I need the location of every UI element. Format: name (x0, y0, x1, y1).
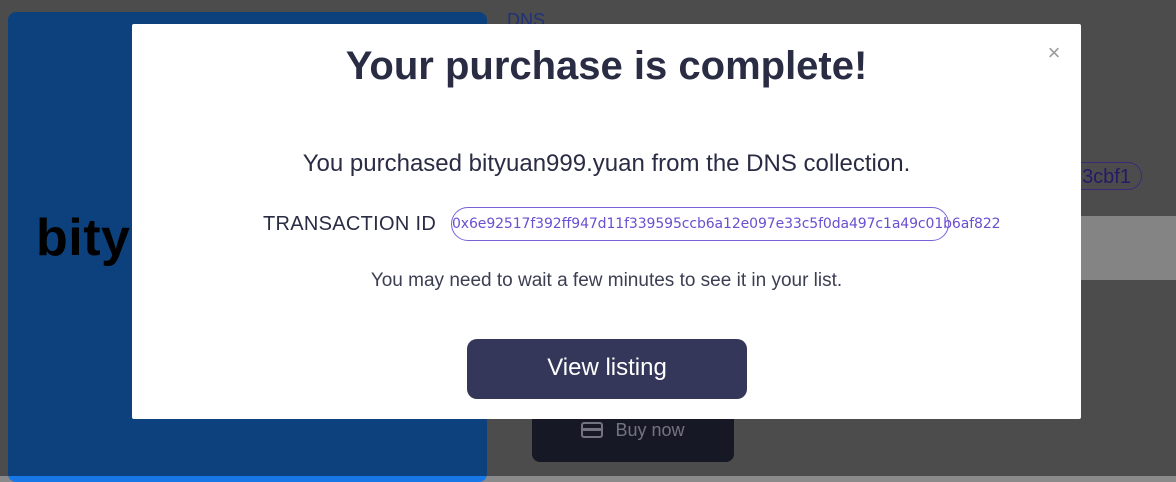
modal-title: Your purchase is complete! (345, 44, 868, 88)
purchase-summary: You purchased bityuan999.yuan from the D… (302, 150, 911, 177)
purchase-complete-modal: × Your purchase is complete! You purchas… (132, 24, 1081, 419)
transaction-id-link[interactable]: 0x6e92517f392ff947d11f339595ccb6a12e097e… (451, 207, 1001, 241)
view-listing-button[interactable]: View listing (467, 339, 747, 399)
transaction-id-label: TRANSACTION ID (263, 213, 437, 235)
wait-notice: You may need to wait a few minutes to se… (370, 270, 843, 291)
